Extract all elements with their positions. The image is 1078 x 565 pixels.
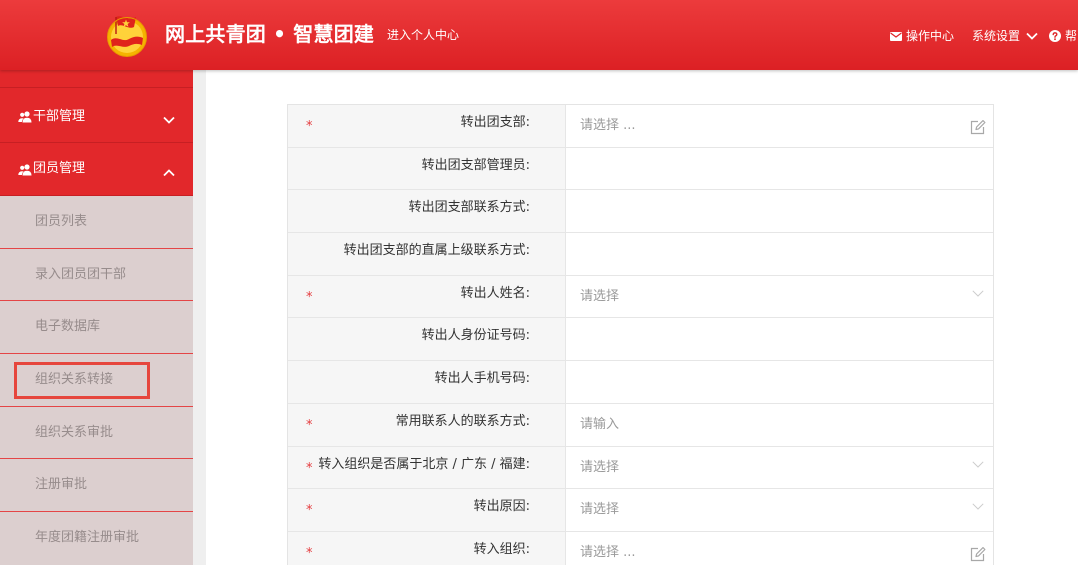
out-person-name-select[interactable]: 请选择 (566, 276, 993, 318)
out-branch-label: 转出团支部: (460, 115, 530, 130)
transfer-reason-select[interactable]: 请选择 (566, 489, 993, 531)
label-cell: * 转出人姓名: (288, 275, 566, 318)
envelope-icon (890, 31, 902, 41)
sidebar-item-transfer-approval[interactable]: 组织关系审批 (0, 407, 193, 460)
out-branch-superior-contact-label: 转出团支部的直属上级联系方式: (343, 243, 530, 259)
sidebar-item-org-transfer[interactable]: 组织关系转接 (0, 354, 193, 407)
label-cell: 转出人手机号码: (288, 361, 566, 403)
sidebar-item-member-list[interactable]: 团员列表 (0, 196, 193, 249)
required-mark: * (306, 545, 313, 561)
label-cell: 转出团支部的直属上级联系方式: (288, 233, 566, 275)
help-link[interactable]: 帮 (1049, 26, 1077, 46)
out-person-phone-label: 转出人手机号码: (434, 371, 530, 387)
out-person-name-placeholder: 请选择 (580, 288, 620, 304)
label-cell: 转出团支部联系方式: (288, 190, 566, 233)
in-org-region-label: 转入组织是否属于北京 / 广东 / 福建: (318, 456, 530, 472)
required-mark: * (306, 119, 313, 134)
label-cell: * 常用联系人的联系方式: (288, 403, 566, 446)
label-cell: * 转入组织是否属于北京 / 广东 / 福建: (288, 446, 566, 489)
users-icon (18, 111, 32, 123)
site-title: 网上共青团 • 智慧团建 (165, 22, 375, 46)
emergency-contact-placeholder: 请输入 (580, 416, 620, 432)
out-person-name-label: 转出人姓名: (460, 285, 530, 301)
form-row-transfer-reason: * 转出原因: 请选择 (288, 489, 993, 532)
form-row-out-person-name: * 转出人姓名: 请选择 (288, 275, 993, 319)
chevron-down-icon (972, 290, 984, 297)
member-management-submenu: 团员列表 录入团员团干部 电子数据库 组织关系转接 组织关系审批 注册审批 年度… (0, 196, 193, 565)
form-row-out-branch-contact: 转出团支部联系方式: (288, 190, 993, 234)
chevron-down-icon (163, 113, 175, 124)
emergency-contact-label: 常用联系人的联系方式: (395, 413, 530, 429)
out-branch-admin-field (566, 148, 993, 190)
form-row-in-org: * 转入组织: 请选择 ... (288, 531, 993, 565)
sidebar-menu-cadre-management[interactable]: 干部管理 (0, 88, 193, 143)
transfer-reason-label: 转出原因: (473, 499, 530, 515)
form-row-out-branch: * 转出团支部: 请选择 ... (288, 105, 993, 148)
form-row-out-person-phone: 转出人手机号码: (288, 361, 993, 404)
out-branch-superior-contact-field (566, 233, 993, 275)
transfer-form: * 转出团支部: 请选择 ... 转出团支部管理员: 转出团支部联系方式: 转出… (287, 104, 994, 565)
out-branch-picker[interactable]: 请选择 ... (566, 105, 993, 147)
form-row-emergency-contact: * 常用联系人的联系方式: 请输入 (288, 403, 993, 447)
content-gutter (193, 70, 206, 565)
in-org-region-select[interactable]: 请选择 (566, 447, 993, 489)
sidebar-menu-label: 团员管理 (33, 161, 86, 176)
help-label: 帮 (1065, 29, 1077, 43)
required-mark: * (306, 417, 313, 433)
emergency-contact-input[interactable]: 请输入 (566, 404, 993, 446)
chevron-down-icon (972, 460, 984, 468)
label-cell: 转出人身份证号码: (288, 318, 566, 361)
operation-center-label: 操作中心 (906, 29, 955, 43)
out-branch-contact-label: 转出团支部联系方式: (408, 200, 530, 216)
form-row-out-person-id-number: 转出人身份证号码: (288, 318, 993, 362)
required-mark: * (306, 460, 313, 476)
out-person-id-number-label: 转出人身份证号码: (421, 328, 530, 344)
required-mark: * (306, 503, 313, 519)
chevron-down-icon (1026, 32, 1038, 40)
question-circle-icon (1049, 30, 1061, 42)
form-row-in-org-region: * 转入组织是否属于北京 / 广东 / 福建: 请选择 (288, 446, 993, 490)
operation-center-link[interactable]: 操作中心 (890, 26, 954, 46)
sidebar: 干部管理 团员管理 团员列表 录入团员团干部 电子数据库 组织关系转接 组织关系… (0, 70, 193, 565)
edit-icon[interactable] (969, 546, 986, 563)
in-org-picker[interactable]: 请选择 ... (566, 532, 993, 565)
form-row-out-branch-admin: 转出团支部管理员: (288, 147, 993, 191)
system-settings-menu[interactable]: 系统设置 (972, 26, 1038, 46)
transfer-reason-placeholder: 请选择 (580, 502, 620, 518)
sidebar-menu-label: 干部管理 (33, 108, 86, 124)
in-org-region-placeholder: 请选择 (580, 459, 620, 475)
users-icon (18, 164, 32, 176)
chevron-up-icon (163, 166, 175, 177)
sidebar-item-registration-approval[interactable]: 注册审批 (0, 459, 193, 513)
out-branch-admin-label: 转出团支部管理员: (421, 157, 530, 173)
top-header: 网上共青团 • 智慧团建 进入个人中心 操作中心 系统设置 帮 (0, 0, 1078, 70)
out-person-phone-field (566, 361, 993, 403)
label-cell: * 转入组织: (288, 531, 566, 565)
form-row-out-branch-superior-contact: 转出团支部的直属上级联系方式: (288, 233, 993, 276)
out-branch-contact-field (566, 190, 993, 232)
sidebar-item-annual-registration-approval[interactable]: 年度团籍注册审批 (0, 512, 193, 565)
sidebar-item-enter-members[interactable]: 录入团员团干部 (0, 249, 193, 302)
edit-icon[interactable] (969, 119, 986, 136)
app-window: 网上共青团 • 智慧团建 进入个人中心 操作中心 系统设置 帮 干部管理 团员管… (0, 0, 1078, 565)
out-branch-placeholder: 请选择 ... (580, 118, 636, 133)
label-cell: * 转出团支部: (288, 105, 566, 147)
personal-center-link[interactable]: 进入个人中心 (387, 27, 459, 43)
label-cell: * 转出原因: (288, 489, 566, 531)
in-org-placeholder: 请选择 ... (580, 544, 636, 560)
label-cell: 转出团支部管理员: (288, 147, 566, 190)
sidebar-top-strip (0, 70, 193, 88)
out-person-id-number-field (566, 318, 993, 360)
sidebar-item-electronic-database[interactable]: 电子数据库 (0, 301, 193, 355)
youth-league-emblem-icon (104, 12, 150, 58)
system-settings-label: 系统设置 (972, 29, 1021, 43)
sidebar-menu-member-management[interactable]: 团员管理 (0, 143, 193, 196)
chevron-down-icon (972, 503, 984, 510)
required-mark: * (306, 289, 313, 305)
in-org-label: 转入组织: (473, 541, 530, 557)
